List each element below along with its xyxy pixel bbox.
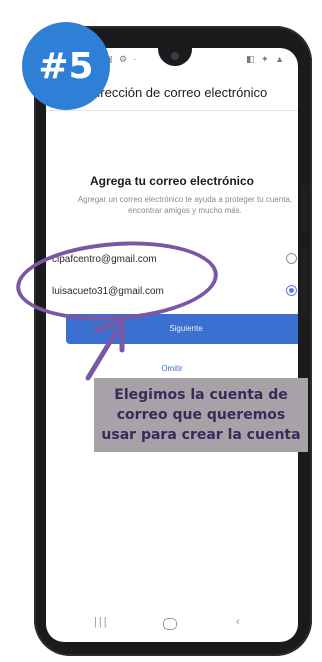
nav-bar: ||| ‹: [46, 614, 298, 636]
recent-apps-icon[interactable]: |||: [94, 616, 109, 628]
page-title: Dirección de correo electrónico: [88, 85, 268, 100]
back-icon[interactable]: ‹: [236, 616, 240, 628]
radio-button-selected[interactable]: [286, 285, 297, 296]
content-heading: Agrega tu correo electrónico: [89, 174, 255, 188]
radio-button[interactable]: [286, 253, 297, 264]
caption-box: Elegimos la cuenta de correo que queremo…: [94, 378, 308, 452]
content-description: Agregar un correo electrónico te ayuda a…: [77, 195, 293, 215]
status-icons-right: ◧ ✦ ▲: [246, 54, 286, 64]
step-badge: #5: [22, 22, 110, 110]
home-icon[interactable]: [163, 618, 177, 630]
arrow-icon: [85, 319, 125, 381]
caption-text: Elegimos la cuenta de correo que queremo…: [101, 387, 301, 443]
volume-button: [301, 186, 306, 232]
camera-icon: [171, 52, 179, 60]
power-button: [301, 248, 306, 318]
